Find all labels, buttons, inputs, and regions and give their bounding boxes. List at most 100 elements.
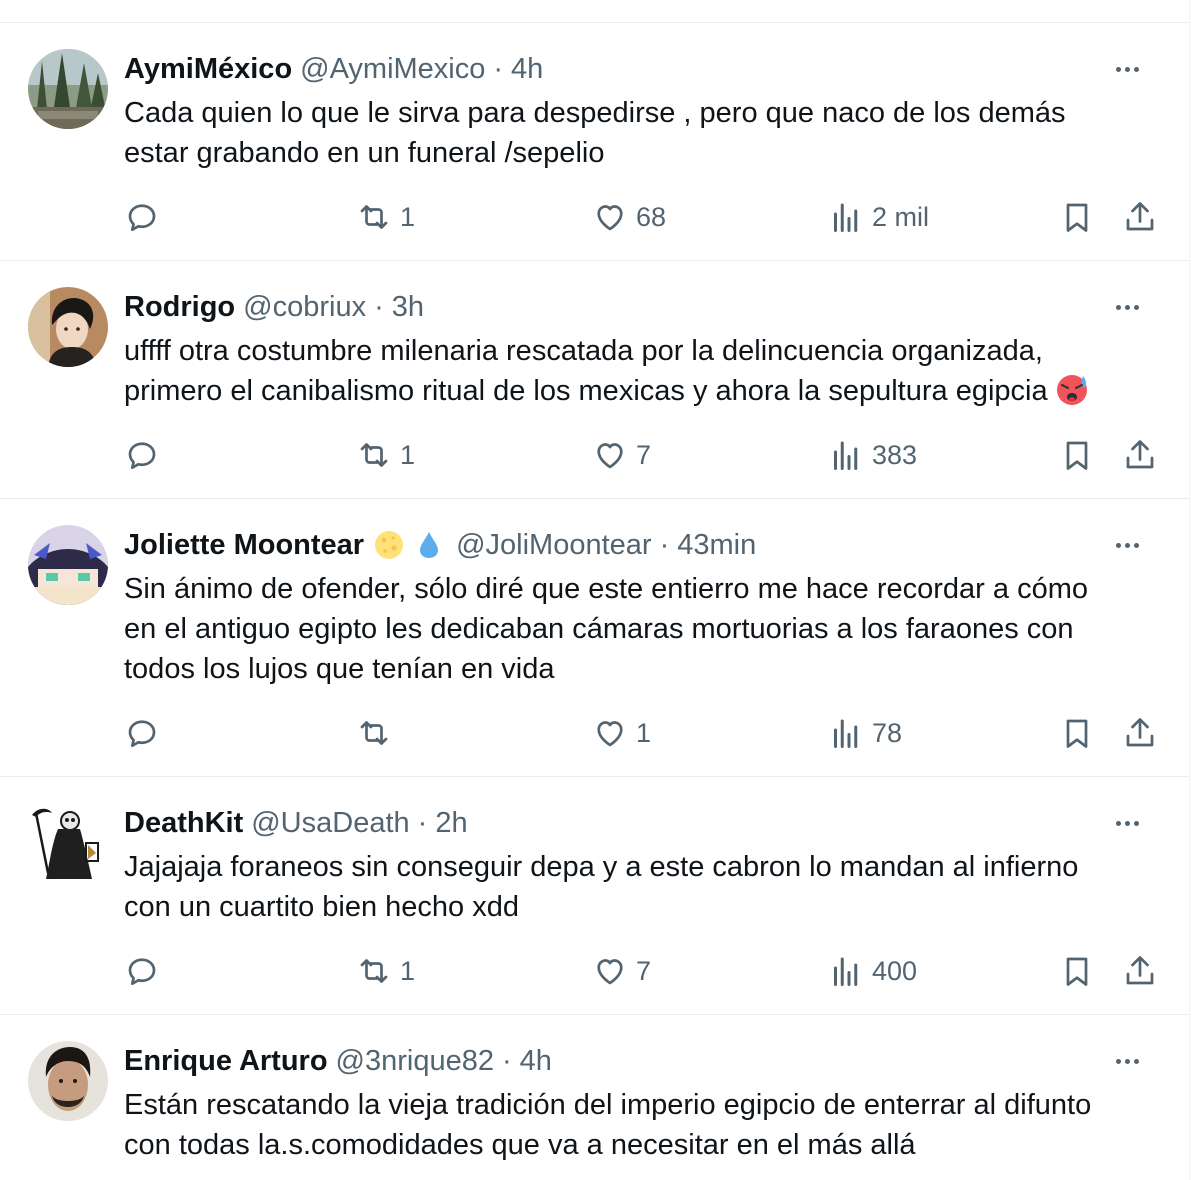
- timestamp[interactable]: 43min: [677, 529, 756, 562]
- user-handle[interactable]: @3nrique82: [336, 1045, 494, 1078]
- avatar[interactable]: [28, 1041, 108, 1121]
- user-handle[interactable]: @AymiMexico: [300, 53, 485, 86]
- tweet[interactable]: DeathKit @UsaDeath · 2h Jajajaja foraneo…: [0, 777, 1189, 1015]
- views-button[interactable]: 383: [828, 435, 917, 475]
- droplet-emoji: [420, 532, 439, 558]
- tweet-text-line: uffff otra costumbre milenaria rescatada…: [124, 335, 1043, 367]
- share-button[interactable]: [1122, 197, 1158, 237]
- share-button[interactable]: [1122, 951, 1158, 991]
- like-button[interactable]: 68: [592, 197, 666, 237]
- tweet-header: DeathKit @UsaDeath · 2h: [124, 803, 1099, 843]
- tweet-actions: 1 7 400: [124, 951, 1159, 991]
- more-icon: [1115, 542, 1121, 548]
- display-name[interactable]: Rodrigo: [124, 291, 235, 324]
- tweet-text: Están rescatando la vieja tradición del …: [124, 1085, 1155, 1165]
- bookmark-button[interactable]: [1059, 951, 1095, 991]
- tweet-header: Enrique Arturo @3nrique82 · 4h: [124, 1041, 1099, 1081]
- retweet-button[interactable]: [356, 713, 400, 753]
- timestamp[interactable]: 2h: [435, 807, 467, 840]
- reply-button[interactable]: [124, 197, 168, 237]
- avatar[interactable]: [28, 803, 108, 883]
- separator: ·: [493, 52, 504, 85]
- views-icon: [834, 957, 858, 986]
- view-count: 400: [872, 955, 918, 986]
- retweet-count: 1: [400, 201, 416, 232]
- tweet-text: Cada quien lo que le sirva para despedir…: [124, 93, 1155, 173]
- display-name[interactable]: AymiMéxico: [124, 53, 292, 86]
- like-button[interactable]: 1: [592, 713, 651, 753]
- like-count: 68: [636, 201, 667, 232]
- bookmark-icon: [1066, 719, 1088, 748]
- tweet-text-line: Sin ánimo de ofender, sólo diré que este…: [124, 573, 1088, 605]
- views-button[interactable]: 2 mil: [828, 197, 929, 237]
- tweet[interactable]: AymiMéxico @AymiMexico · 4h Cada quien l…: [0, 23, 1189, 261]
- share-icon: [1126, 202, 1154, 231]
- tweet-header: Rodrigo @cobriux · 3h: [124, 287, 1099, 327]
- avatar[interactable]: [28, 525, 108, 605]
- timestamp[interactable]: 4h: [520, 1045, 552, 1078]
- hot-face-emoji: [1056, 375, 1087, 405]
- tweet[interactable]: Enrique Arturo @3nrique82 · 4h Están res…: [0, 1015, 1189, 1180]
- display-name[interactable]: DeathKit: [124, 807, 243, 840]
- display-name[interactable]: Enrique Arturo: [124, 1045, 328, 1078]
- display-name[interactable]: Joliette Moontear: [124, 529, 364, 562]
- share-button[interactable]: [1122, 435, 1158, 475]
- reply-button[interactable]: [124, 951, 168, 991]
- share-button[interactable]: [1122, 713, 1158, 753]
- views-icon: [834, 719, 858, 748]
- user-handle[interactable]: @JoliMoontear: [456, 529, 651, 562]
- tweet-actions: 1 68 2 mil: [124, 197, 1159, 237]
- view-count: 383: [872, 439, 918, 470]
- reply-icon: [128, 442, 156, 470]
- tweet[interactable]: Rodrigo @cobriux · 3h uffff otra costumb…: [0, 261, 1189, 499]
- heart-icon: [597, 959, 623, 985]
- more-options-button[interactable]: [1107, 1041, 1147, 1081]
- user-handle[interactable]: @cobriux: [243, 291, 366, 324]
- more-options-button[interactable]: [1107, 287, 1147, 327]
- avatar[interactable]: [28, 287, 108, 367]
- retweet-button[interactable]: 1: [356, 197, 415, 237]
- tweet-text-line: con todas la.s.comodidades que va a nece…: [124, 1129, 916, 1161]
- reply-button[interactable]: [124, 435, 168, 475]
- bookmark-button[interactable]: [1059, 713, 1095, 753]
- tweet-actions: 1 7 383: [124, 435, 1159, 475]
- retweet-button[interactable]: 1: [356, 951, 415, 991]
- reply-button[interactable]: [124, 713, 168, 753]
- tweet-text-line: con un cuartito bien hecho xdd: [124, 891, 519, 923]
- bookmark-button[interactable]: [1059, 197, 1095, 237]
- tweet-header: AymiMéxico @AymiMexico · 4h: [124, 49, 1099, 89]
- bookmark-button[interactable]: [1059, 435, 1095, 475]
- like-count: 1: [636, 717, 652, 748]
- retweet-icon: [360, 959, 388, 983]
- timestamp[interactable]: 3h: [392, 291, 424, 324]
- retweet-count: 1: [400, 439, 416, 470]
- share-icon: [1126, 440, 1154, 469]
- avatar[interactable]: [28, 49, 108, 129]
- user-handle[interactable]: @UsaDeath: [251, 807, 409, 840]
- retweet-button[interactable]: 1: [356, 435, 415, 475]
- retweet-icon: [360, 205, 388, 229]
- like-button[interactable]: 7: [592, 951, 651, 991]
- tweet[interactable]: Joliette Moontear @JoliMoontear · 43min …: [0, 499, 1189, 777]
- tweet-actions: 1 78: [124, 713, 1159, 753]
- retweet-icon: [360, 721, 388, 745]
- tweet-text-line: en el antiguo egipto les dedicaban cámar…: [124, 613, 1074, 645]
- views-icon: [834, 441, 858, 470]
- retweet-count: 1: [400, 955, 416, 986]
- tweet-text-line: Cada quien lo que le sirva para despedir…: [124, 97, 1066, 129]
- tweet-text: Sin ánimo de ofender, sólo diré que este…: [124, 569, 1155, 689]
- tweet-text-line: Jajajaja foraneos sin conseguir depa y a…: [124, 851, 1079, 883]
- views-button[interactable]: 400: [828, 951, 917, 991]
- views-button[interactable]: 78: [828, 713, 902, 753]
- timestamp[interactable]: 4h: [511, 53, 543, 86]
- tweet-header: Joliette Moontear @JoliMoontear · 43min: [124, 525, 1099, 565]
- more-options-button[interactable]: [1107, 525, 1147, 565]
- heart-icon: [597, 443, 623, 469]
- tweet-text: uffff otra costumbre milenaria rescatada…: [124, 331, 1155, 411]
- view-count: 78: [872, 717, 903, 748]
- separator: ·: [502, 1044, 512, 1077]
- more-options-button[interactable]: [1107, 49, 1147, 89]
- more-options-button[interactable]: [1107, 803, 1147, 843]
- reply-icon: [128, 204, 156, 232]
- like-button[interactable]: 7: [592, 435, 651, 475]
